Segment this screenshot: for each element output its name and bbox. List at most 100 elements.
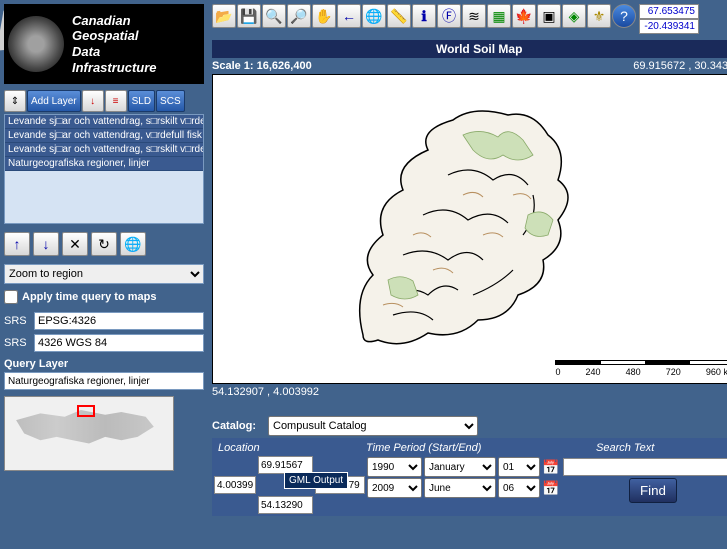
logo-line1: Canadian xyxy=(72,13,157,29)
grid-icon: ▦ xyxy=(492,8,505,25)
overview-map[interactable] xyxy=(4,396,174,471)
move-layer-down-button[interactable]: ↓ xyxy=(33,232,59,256)
maple-icon: 🍁 xyxy=(515,8,532,25)
zoom-region-select[interactable]: Zoom to region xyxy=(4,264,204,284)
diamond-icon: ◈ xyxy=(569,8,580,25)
canada-button[interactable]: 🍁 xyxy=(512,4,536,28)
diamond-button[interactable]: ◈ xyxy=(562,4,586,28)
search-text-input[interactable] xyxy=(563,458,727,476)
logo-line2: Geospatial xyxy=(72,28,157,44)
globe-icon: 🌐 xyxy=(365,8,382,25)
refresh-layer-button[interactable]: ↻ xyxy=(91,232,117,256)
map-scale: Scale 1: 16,626,400 xyxy=(212,60,312,72)
save-icon: 💾 xyxy=(240,8,257,25)
map-canvas[interactable]: 0 240 480 720 960 km xyxy=(212,74,727,384)
arrow-left-icon: ← xyxy=(342,8,356,24)
start-month-select[interactable]: January xyxy=(424,457,496,477)
help-icon: ? xyxy=(620,8,628,24)
search-header: Search Text xyxy=(592,440,727,456)
catalog-select[interactable]: Compusult Catalog xyxy=(268,416,478,436)
list-item[interactable]: Levande sj□ar och vattendrag, v□rdefull … xyxy=(5,129,203,143)
map-features xyxy=(333,95,593,365)
add-layer-button[interactable]: Add Layer xyxy=(27,90,81,112)
end-day-select[interactable]: 06 xyxy=(498,478,540,498)
map-extent-upper-right: 69.915672 , 30.343791 xyxy=(633,60,727,72)
measure-button[interactable]: 📏 xyxy=(387,4,411,28)
srs2-input[interactable] xyxy=(34,334,204,352)
list-item[interactable]: Naturgeografiska regioner, linjer xyxy=(5,157,203,171)
arrow-up-icon: ↑ xyxy=(14,236,21,252)
end-calendar-icon[interactable]: 📅 xyxy=(542,480,559,497)
list-item[interactable]: Levande sj□ar och vattendrag, s□rskilt v… xyxy=(5,115,203,129)
start-day-select[interactable]: 01 xyxy=(498,457,540,477)
time-header: Time Period (Start/End) xyxy=(362,440,592,456)
layer-list[interactable]: Levande sj□ar och vattendrag, s□rskilt v… xyxy=(4,114,204,224)
zoom-out-icon: 🔎 xyxy=(290,8,307,25)
logo-line4: Infrastructure xyxy=(72,60,157,76)
start-year-select[interactable]: 1990 xyxy=(367,457,422,477)
catalog-label: Catalog: xyxy=(212,420,264,432)
delete-layer-button[interactable]: ✕ xyxy=(62,232,88,256)
scale-bar: 0 240 480 720 960 km xyxy=(555,360,727,377)
scs-button[interactable]: SCS xyxy=(156,90,185,112)
tile-button[interactable]: ▣ xyxy=(537,4,561,28)
layer-globe-button[interactable]: 🌐 xyxy=(120,232,146,256)
grid-button[interactable]: ▦ xyxy=(487,4,511,28)
zoom-out-button[interactable]: 🔎 xyxy=(287,4,311,28)
zoom-in-icon: 🔍 xyxy=(265,8,282,25)
pan-button[interactable]: ✋ xyxy=(312,4,336,28)
srs1-label: SRS xyxy=(4,315,30,327)
loc-south-input[interactable] xyxy=(258,496,313,514)
map-extent-lower-left: 54.132907 , 4.003992 xyxy=(212,386,727,398)
info-icon: ℹ xyxy=(421,8,426,25)
download-icon: ↓ xyxy=(90,96,95,107)
loc-west-input[interactable] xyxy=(214,476,256,494)
sort-layers-button[interactable]: ⇕ xyxy=(4,90,26,112)
apply-time-query-checkbox[interactable]: Apply time query to maps xyxy=(4,290,204,304)
apply-time-checkbox-input[interactable] xyxy=(4,290,18,304)
app-logo: Canadian Geospatial Data Infrastructure xyxy=(4,4,204,84)
start-calendar-icon[interactable]: 📅 xyxy=(542,459,559,476)
lines-button[interactable]: ≋ xyxy=(462,4,486,28)
sort-icon: ⇕ xyxy=(11,96,19,107)
sld-button[interactable]: SLD xyxy=(128,90,155,112)
feature-button[interactable]: Ⓕ xyxy=(437,4,461,28)
tile-icon: ▣ xyxy=(542,8,555,25)
refresh-icon: ↻ xyxy=(98,236,110,253)
list-item[interactable]: Levande sj□ar och vattendrag, s□rskilt v… xyxy=(5,143,203,157)
zoom-in-button[interactable]: 🔍 xyxy=(262,4,286,28)
cursor-lon-readout: -20.439341 xyxy=(639,19,699,34)
help-button[interactable]: ? xyxy=(612,4,636,28)
open-folder-icon: 📂 xyxy=(215,8,232,25)
info-button[interactable]: ℹ xyxy=(412,4,436,28)
badge-button[interactable]: ⚜ xyxy=(587,4,611,28)
overview-extent-box[interactable] xyxy=(77,405,95,417)
gml-tooltip: GML Output xyxy=(284,472,348,489)
end-year-select[interactable]: 2009 xyxy=(367,478,422,498)
map-title: World Soil Map xyxy=(212,40,727,58)
globe-icon: 🌐 xyxy=(124,236,141,253)
legend-icon: ≡ xyxy=(113,96,119,107)
f-icon: Ⓕ xyxy=(442,6,456,26)
full-extent-button[interactable]: 🌐 xyxy=(362,4,386,28)
back-button[interactable]: ← xyxy=(337,4,361,28)
find-button[interactable]: Find xyxy=(629,478,677,503)
apply-time-label: Apply time query to maps xyxy=(22,291,156,303)
arrow-down-icon: ↓ xyxy=(43,236,50,252)
srs2-label: SRS xyxy=(4,337,30,349)
ruler-icon: 📏 xyxy=(390,8,407,25)
move-layer-up-button[interactable]: ↑ xyxy=(4,232,30,256)
legend-button[interactable]: ≡ xyxy=(105,90,127,112)
lines-icon: ≋ xyxy=(468,8,480,25)
logo-globe-icon xyxy=(8,16,64,72)
query-layer-input[interactable] xyxy=(4,372,204,390)
open-button[interactable]: 📂 xyxy=(212,4,236,28)
location-header: Location xyxy=(214,440,362,456)
srs1-input[interactable] xyxy=(34,312,204,330)
logo-line3: Data xyxy=(72,44,157,60)
end-month-select[interactable]: June xyxy=(424,478,496,498)
save-button[interactable]: 💾 xyxy=(237,4,261,28)
cursor-lat-readout: 67.653475 xyxy=(639,4,699,19)
query-layer-label: Query Layer xyxy=(4,358,204,370)
download-layer-button[interactable]: ↓ xyxy=(82,90,104,112)
